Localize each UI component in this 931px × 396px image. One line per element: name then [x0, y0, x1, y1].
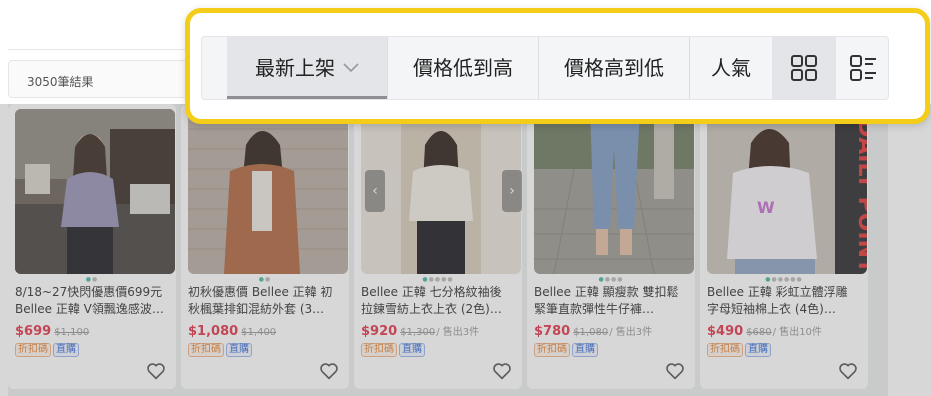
sort-bar: 最新上架 價格低到高 價格高到低 人氣 [201, 36, 889, 100]
chevron-down-icon [343, 62, 359, 72]
sort-newest[interactable]: 最新上架 [227, 37, 387, 99]
grid-view-button[interactable] [772, 37, 836, 99]
sort-price-asc[interactable]: 價格低到高 [388, 37, 538, 99]
grid-view-icon [791, 55, 817, 81]
result-count: 3050筆結果 [27, 75, 94, 89]
sort-bar-highlight: 最新上架 價格低到高 價格高到低 人氣 [185, 8, 930, 124]
sort-newest-label: 最新上架 [255, 56, 335, 80]
list-view-button[interactable] [836, 37, 890, 99]
sort-price-desc[interactable]: 價格高到低 [539, 37, 689, 99]
sort-popular[interactable]: 人氣 [690, 37, 772, 99]
dim-overlay [0, 104, 931, 396]
list-view-icon [850, 55, 876, 81]
